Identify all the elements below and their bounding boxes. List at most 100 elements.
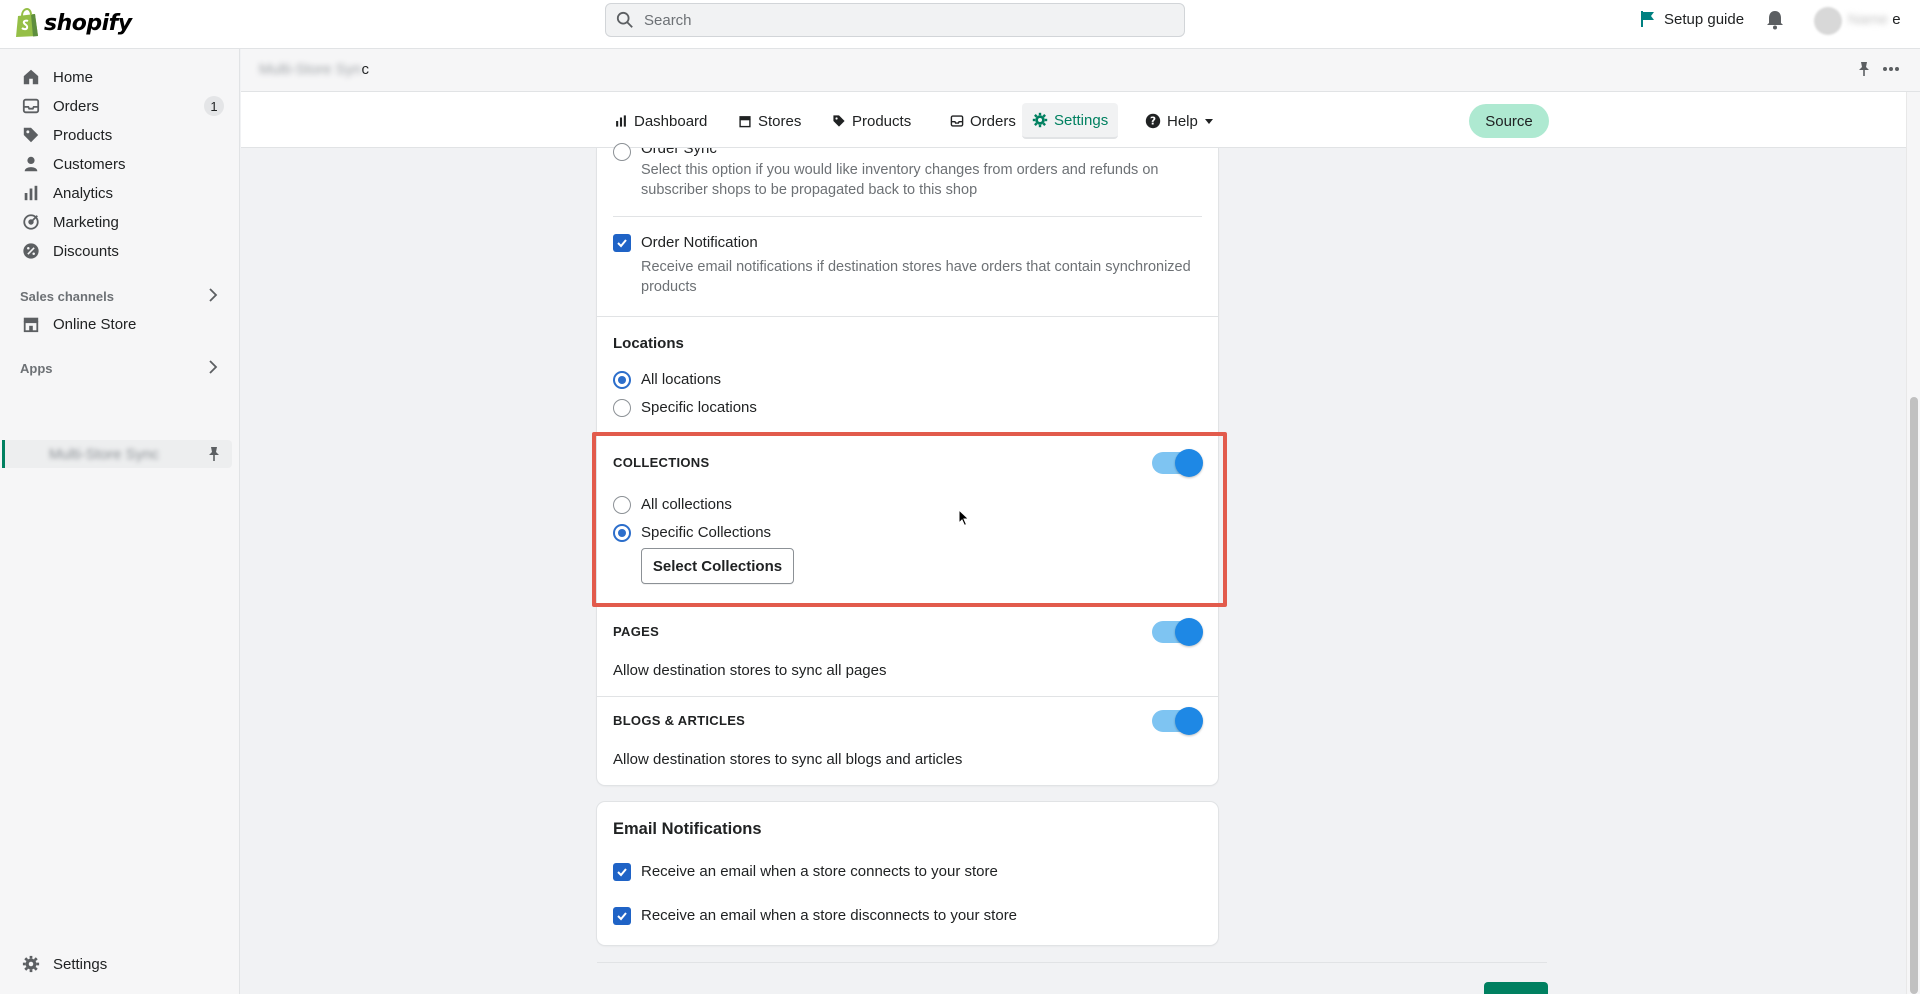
check-icon — [617, 239, 627, 248]
home-icon — [23, 69, 39, 85]
specific-collections-radio[interactable] — [613, 524, 631, 542]
shopify-logo[interactable]: shopify — [14, 8, 132, 38]
app-title-bar: Multi-Store Sync — [241, 49, 1920, 92]
order-sync-description: Select this option if you would like inv… — [641, 162, 1159, 178]
question-icon: ? — [1145, 113, 1161, 129]
tab-stores[interactable]: Stores — [728, 103, 811, 139]
check-icon — [617, 868, 627, 877]
blogs-articles-toggle[interactable] — [1152, 707, 1203, 735]
search-icon — [616, 11, 633, 28]
search-placeholder: Search — [644, 11, 692, 29]
collections-toggle[interactable] — [1152, 449, 1203, 477]
select-collections-button[interactable]: Select Collections — [641, 548, 794, 584]
discount-icon — [23, 243, 39, 259]
tab-label: Dashboard — [634, 112, 708, 130]
app-name-blurred: Multi-Store Sync — [49, 445, 160, 463]
sidebar-item-label: Settings — [53, 955, 108, 973]
gear-icon — [1032, 112, 1048, 128]
tab-settings[interactable]: Settings — [1022, 103, 1119, 139]
sidebar-item-label: Orders — [53, 97, 99, 115]
source-button[interactable]: Source — [1469, 104, 1549, 138]
setup-guide-label: Setup guide — [1664, 10, 1745, 28]
sidebar-item-home[interactable]: Home — [8, 63, 232, 91]
specific-collections-label: Specific Collections — [641, 524, 772, 541]
apps-label: Apps — [20, 361, 53, 376]
tab-label: Help — [1167, 112, 1198, 130]
gear-icon — [22, 955, 40, 973]
email-notifications-title: Email Notifications — [613, 820, 762, 838]
sidebar-item-customers[interactable]: Customers — [8, 150, 232, 178]
svg-text:?: ? — [1150, 116, 1156, 128]
collections-title: COLLECTIONS — [613, 455, 710, 470]
tab-label: Products — [852, 112, 912, 130]
sidebar-item-discounts[interactable]: Discounts — [8, 237, 232, 265]
flag-icon — [1641, 11, 1654, 27]
check-icon — [617, 912, 627, 921]
email-notifications-card: Email Notifications Receive an email whe… — [597, 802, 1218, 945]
inbox-icon — [950, 115, 964, 127]
shopify-bag-icon — [16, 8, 38, 37]
orders-count-badge: 1 — [204, 96, 224, 116]
tab-products[interactable]: Products — [822, 103, 921, 139]
chevron-right-icon[interactable] — [208, 360, 218, 374]
specific-locations-radio[interactable] — [613, 399, 631, 417]
sidebar-item-products[interactable]: Products — [8, 121, 232, 149]
pages-toggle[interactable] — [1152, 618, 1203, 646]
order-sync-radio[interactable] — [613, 143, 631, 161]
sidebar-item-marketing[interactable]: Marketing — [8, 208, 232, 236]
avatar[interactable] — [1814, 7, 1842, 35]
tab-label: Orders — [970, 112, 1016, 130]
top-bar: shopify Search Setup guide Name e — [0, 0, 1920, 49]
app-title-suffix: c — [361, 61, 370, 78]
pin-icon[interactable] — [208, 446, 220, 462]
search-input[interactable]: Search — [605, 3, 1185, 37]
blogs-articles-title: BLOGS & ARTICLES — [613, 713, 746, 728]
target-icon — [23, 214, 39, 230]
all-locations-radio[interactable] — [613, 371, 631, 389]
disconnects-email-checkbox[interactable] — [613, 907, 631, 925]
sidebar-item-online-store[interactable]: Online Store — [8, 310, 232, 338]
sidebar-item-label: Discounts — [53, 242, 119, 260]
all-collections-label: All collections — [641, 496, 732, 513]
sidebar-item-label: Analytics — [53, 184, 114, 202]
sidebar-item-app[interactable]: Multi-Store Sync — [2, 440, 232, 468]
user-name-blurred: Name — [1848, 11, 1889, 28]
footer-divider — [597, 962, 1547, 963]
setup-guide-button[interactable]: Setup guide — [1640, 10, 1744, 28]
scrollbar-thumb[interactable] — [1910, 397, 1918, 994]
tag-icon — [23, 127, 39, 143]
blogs-articles-description: Allow destination stores to sync all blo… — [613, 751, 963, 768]
user-name-suffix: e — [1892, 11, 1901, 28]
bell-icon[interactable] — [1766, 10, 1784, 30]
caret-down-icon — [1204, 119, 1213, 124]
tag-icon — [833, 115, 845, 127]
sidebar-item-analytics[interactable]: Analytics — [8, 179, 232, 207]
sidebar-item-orders[interactable]: Orders 1 — [8, 92, 232, 120]
sidebar-item-label: Home — [53, 68, 94, 86]
order-notification-label: Order Notification — [641, 234, 758, 251]
page-scrollbar[interactable] — [1906, 92, 1920, 994]
order-notification-description: Receive email notifications if destinati… — [641, 259, 1191, 275]
tab-help[interactable]: ? Help — [1135, 103, 1224, 139]
chevron-right-icon[interactable] — [208, 288, 218, 302]
user-name[interactable]: Name e — [1848, 11, 1901, 28]
orders-icon — [22, 98, 40, 114]
tab-orders[interactable]: Orders — [940, 103, 1026, 139]
tab-dashboard[interactable]: Dashboard — [604, 103, 717, 139]
sync-settings-card: Order Sync Select this option if you wou… — [597, 143, 1218, 785]
pin-icon[interactable] — [1858, 61, 1870, 77]
connects-email-checkbox[interactable] — [613, 863, 631, 881]
locations-title: Locations — [613, 335, 684, 352]
divider — [597, 606, 1218, 607]
sidebar-item-settings[interactable]: Settings — [8, 950, 232, 978]
sidebar-item-label: Online Store — [53, 315, 137, 333]
more-horizontal-icon[interactable] — [1882, 60, 1900, 78]
bar-chart-icon — [24, 185, 38, 201]
save-button[interactable] — [1484, 982, 1548, 994]
bar-chart-icon — [616, 115, 626, 127]
order-notification-checkbox[interactable] — [613, 234, 631, 252]
divider — [613, 216, 1202, 217]
all-collections-radio[interactable] — [613, 496, 631, 514]
divider — [597, 316, 1218, 317]
tab-label: Stores — [758, 112, 802, 130]
